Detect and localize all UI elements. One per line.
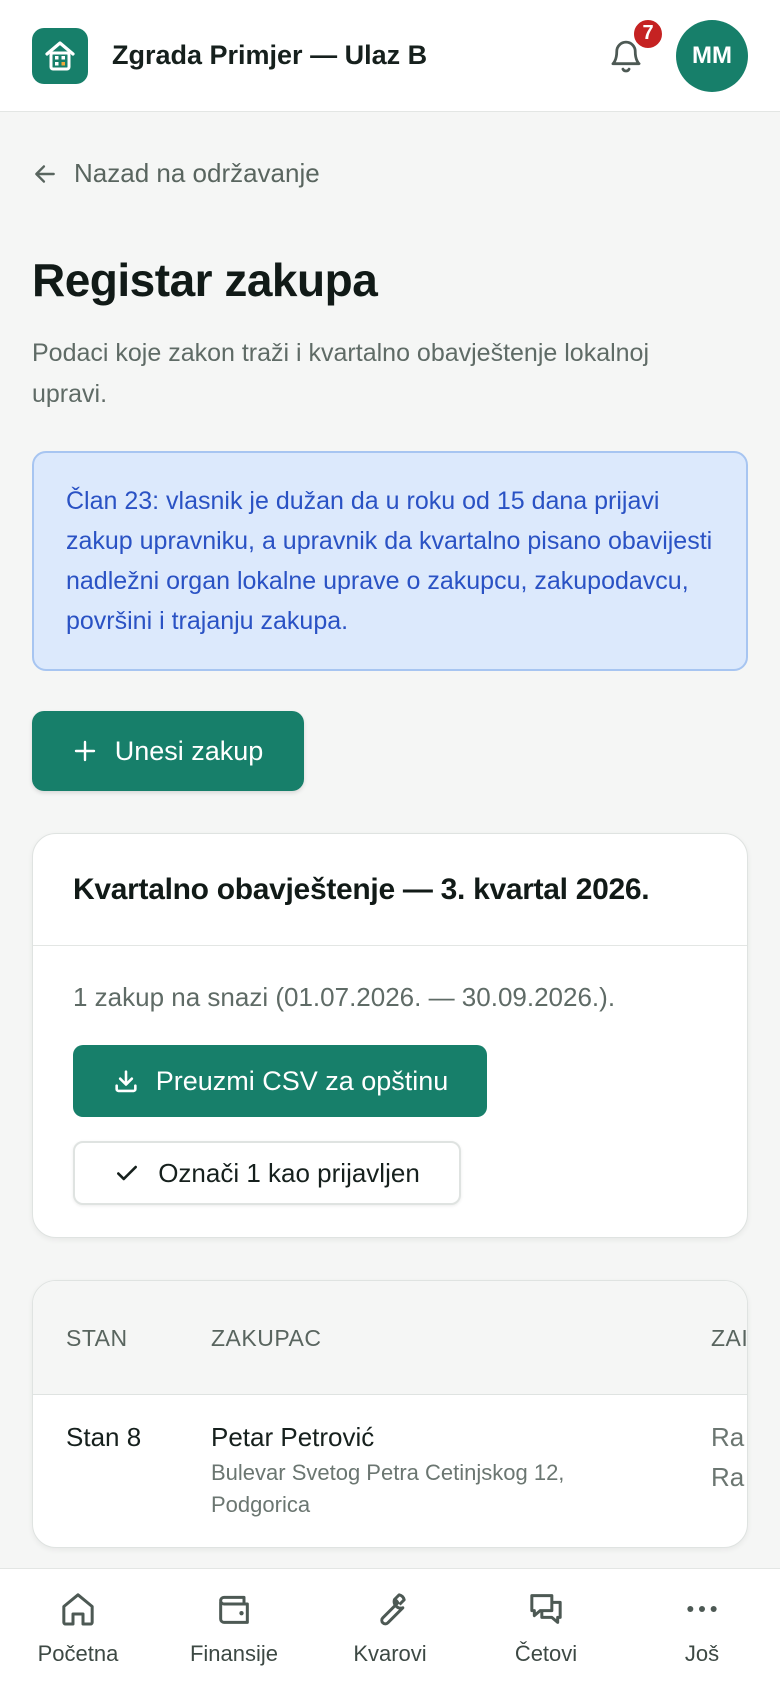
building-logo-icon[interactable]	[32, 27, 88, 84]
nav-item-chats[interactable]: Četovi	[468, 1569, 624, 1688]
add-lease-button[interactable]: Unesi zakup	[32, 711, 304, 791]
wrench-icon	[380, 1593, 406, 1626]
row-tenant: Petar Petrović Bulevar Svetog Petra Ceti…	[211, 1417, 591, 1521]
nav-label-repairs: Kvarovi	[353, 1641, 427, 1666]
page-subtitle: Podaci koje zakon traži i kvartalno obav…	[32, 339, 650, 408]
back-link[interactable]: Nazad na održavanje	[32, 158, 748, 189]
lease-table: STAN ZAKUPAC ZAI Stan 8 Petar Petrović B…	[32, 1280, 748, 1548]
quarterly-summary: 1 zakup na snazi (01.07.2026. — 30.09.20…	[73, 982, 616, 1012]
quarterly-title: Kvartalno obavještenje — 3. kvartal 2026…	[73, 872, 650, 906]
column-header-unit[interactable]: STAN	[66, 1325, 128, 1352]
nav-item-more[interactable]: Još	[624, 1569, 780, 1688]
nav-item-repairs[interactable]: Kvarovi	[312, 1569, 468, 1688]
row-lessor: Ra Ra	[711, 1422, 745, 1492]
notification-badge: 7	[632, 17, 664, 50]
column-header-tenant[interactable]: ZAKUPAC	[211, 1325, 321, 1352]
table-header-row: STAN ZAKUPAC ZAI	[33, 1281, 747, 1395]
nav-item-home[interactable]: Početna	[0, 1569, 156, 1688]
wallet-icon	[219, 1595, 249, 1624]
quarterly-card-header: Kvartalno obavještenje — 3. kvartal 2026…	[33, 834, 747, 946]
notifications-button[interactable]: 7	[602, 17, 664, 80]
top-bar: Zgrada Primjer — Ulaz B 7 MM	[0, 0, 780, 112]
plus-icon	[74, 740, 95, 762]
download-csv-label: Preuzmi CSV za opštinu	[155, 1065, 449, 1096]
back-link-label: Nazad na održavanje	[74, 158, 320, 188]
mark-reported-label: Označi 1 kao prijavljen	[158, 1157, 420, 1188]
arrow-left-icon	[35, 164, 55, 183]
chat-icon	[530, 1594, 562, 1624]
row-tenant-name: Petar Petrović	[211, 1422, 375, 1452]
main-content: Nazad na održavanje Registar zakupa Poda…	[32, 112, 748, 1548]
nav-item-finance[interactable]: Finansije	[156, 1569, 312, 1688]
download-csv-button[interactable]: Preuzmi CSV za opštinu	[73, 1045, 487, 1117]
quarterly-notice-card: Kvartalno obavještenje — 3. kvartal 2026…	[32, 833, 748, 1238]
mark-reported-button[interactable]: Označi 1 kao prijavljen	[73, 1141, 461, 1205]
nav-label-more: Još	[684, 1641, 720, 1666]
home-icon	[62, 1593, 94, 1626]
nav-label-finance: Finansije	[189, 1641, 279, 1666]
check-icon	[117, 1165, 138, 1181]
app-title: Zgrada Primjer — Ulaz B	[112, 40, 428, 70]
more-icon	[687, 1606, 717, 1612]
add-lease-label: Unesi zakup	[114, 735, 264, 766]
nav-label-chats: Četovi	[514, 1641, 578, 1666]
bottom-nav: Početna Finansije Kvarovi Četovi Još	[0, 1568, 780, 1688]
page-title: Registar zakupa	[32, 254, 378, 306]
download-icon	[115, 1070, 137, 1093]
row-tenant-address: Bulevar Svetog Petra Cetinjskog 12, Podg…	[211, 1460, 565, 1517]
nav-label-home: Početna	[37, 1641, 119, 1666]
avatar[interactable]: MM	[676, 19, 748, 92]
column-header-lessor[interactable]: ZAI	[711, 1325, 747, 1352]
row-unit: Stan 8	[66, 1422, 142, 1452]
quarterly-card-body: 1 zakup na snazi (01.07.2026. — 30.09.20…	[33, 946, 747, 1237]
legal-info-box: Član 23: vlasnik je dužan da u roku od 1…	[32, 451, 748, 671]
